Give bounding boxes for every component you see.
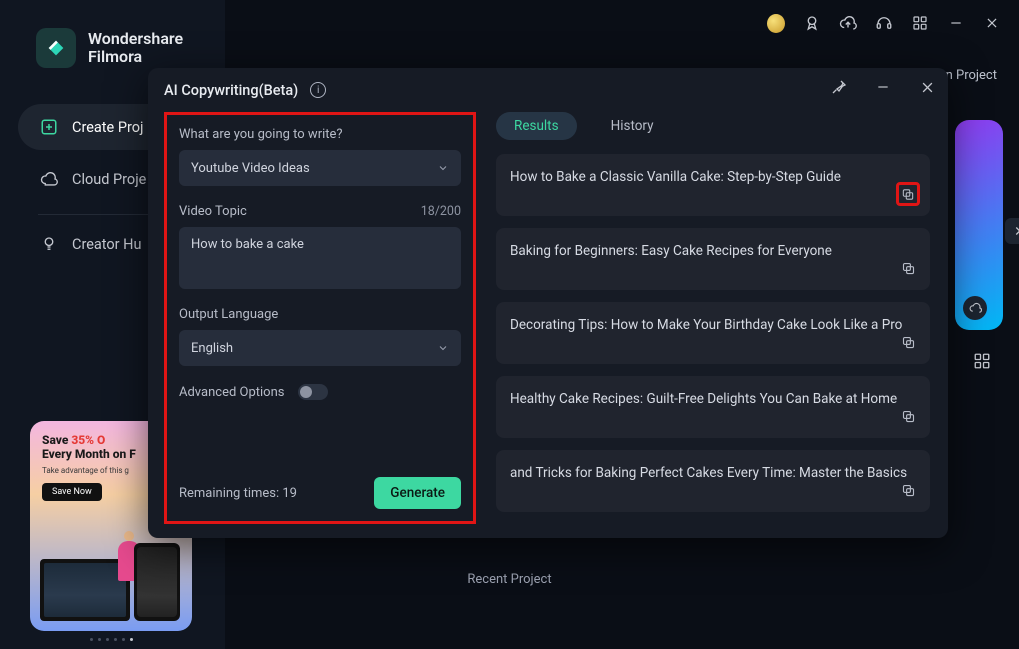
promo-cta-button[interactable]: Save Now <box>42 483 102 501</box>
result-text: Decorating Tips: How to Make Your Birthd… <box>510 316 916 334</box>
advanced-options-label: Advanced Options <box>179 385 284 400</box>
video-topic-value: How to bake a cake <box>191 237 304 252</box>
copywriting-results-panel: Results History How to Bake a Classic Va… <box>496 112 932 524</box>
write-type-select[interactable]: Youtube Video Ideas <box>179 150 461 186</box>
logo-mark-icon <box>36 28 76 68</box>
video-topic-label: Video Topic <box>179 204 247 219</box>
result-item[interactable]: Baking for Beginners: Easy Cake Recipes … <box>496 228 930 290</box>
output-language-select[interactable]: English <box>179 330 461 366</box>
medal-icon[interactable] <box>803 14 821 32</box>
write-type-label: What are you going to write? <box>179 127 461 142</box>
modal-header: AI Copywriting(Beta) i <box>148 68 948 112</box>
window-titlebar <box>767 0 1019 40</box>
recent-projects-header: Recent Project <box>0 568 1019 587</box>
results-list: How to Bake a Classic Vanilla Cake: Step… <box>496 154 932 512</box>
tab-history[interactable]: History <box>593 112 672 140</box>
result-text: Baking for Beginners: Easy Cake Recipes … <box>510 242 916 260</box>
result-text: Healthy Cake Recipes: Guilt-Free Delight… <box>510 390 916 408</box>
tab-results[interactable]: Results <box>496 112 577 140</box>
result-item[interactable]: Healthy Cake Recipes: Guilt-Free Delight… <box>496 376 930 438</box>
ai-copywriting-modal: AI Copywriting(Beta) i What are you goin… <box>148 68 948 538</box>
info-icon[interactable]: i <box>310 82 326 98</box>
remaining-times-label: Remaining times: 19 <box>179 486 297 501</box>
copy-button[interactable] <box>896 330 920 354</box>
write-type-value: Youtube Video Ideas <box>191 161 310 176</box>
brand-name: Wondershare Filmora <box>88 30 183 67</box>
chevron-down-icon <box>437 342 449 354</box>
nav-label: Create Proj <box>72 119 143 136</box>
result-text: How to Bake a Classic Vanilla Cake: Step… <box>510 168 916 186</box>
video-topic-input[interactable]: How to bake a cake <box>179 227 461 289</box>
plus-square-icon <box>40 118 58 136</box>
promo-carousel-dots[interactable] <box>90 638 133 641</box>
output-language-label: Output Language <box>179 307 461 322</box>
cloud-tile-icon[interactable] <box>963 296 987 320</box>
pin-icon[interactable] <box>826 74 852 100</box>
copywriting-input-panel: What are you going to write? Youtube Vid… <box>164 112 476 524</box>
copy-button[interactable] <box>896 478 920 502</box>
copy-button[interactable] <box>896 404 920 428</box>
modal-minimize-button[interactable] <box>870 74 896 100</box>
result-item[interactable]: Decorating Tips: How to Make Your Birthd… <box>496 302 930 364</box>
carousel-next-button[interactable] <box>1005 218 1019 244</box>
nav-label: Creator Hu <box>72 236 142 253</box>
window-close-button[interactable] <box>983 14 1001 32</box>
profile-badge-icon[interactable] <box>767 14 785 32</box>
results-tabs: Results History <box>496 112 932 140</box>
window-minimize-button[interactable] <box>947 14 965 32</box>
right-preview-strip <box>953 72 1003 332</box>
modal-close-button[interactable] <box>914 74 940 100</box>
advanced-options-toggle[interactable] <box>298 384 328 400</box>
cloud-upload-icon[interactable] <box>839 14 857 32</box>
copy-button[interactable] <box>896 182 920 206</box>
result-item[interactable]: How to Bake a Classic Vanilla Cake: Step… <box>496 154 930 216</box>
char-counter: 18/200 <box>421 204 461 219</box>
copy-button[interactable] <box>896 256 920 280</box>
result-text: and Tricks for Baking Perfect Cakes Ever… <box>510 464 916 482</box>
modal-title: AI Copywriting(Beta) <box>164 82 298 99</box>
recent-project-label: Recent Project <box>467 572 551 587</box>
nav-label: Cloud Proje <box>72 171 146 188</box>
cloud-icon <box>40 170 58 188</box>
output-language-value: English <box>191 341 233 356</box>
result-item[interactable]: and Tricks for Baking Perfect Cakes Ever… <box>496 450 930 512</box>
apps-grid-icon[interactable] <box>911 14 929 32</box>
lightbulb-icon <box>40 235 58 253</box>
view-grid-icon[interactable] <box>973 352 993 372</box>
app-logo: Wondershare Filmora <box>0 28 225 68</box>
headset-icon[interactable] <box>875 14 893 32</box>
generate-button[interactable]: Generate <box>374 477 461 509</box>
chevron-down-icon <box>437 162 449 174</box>
